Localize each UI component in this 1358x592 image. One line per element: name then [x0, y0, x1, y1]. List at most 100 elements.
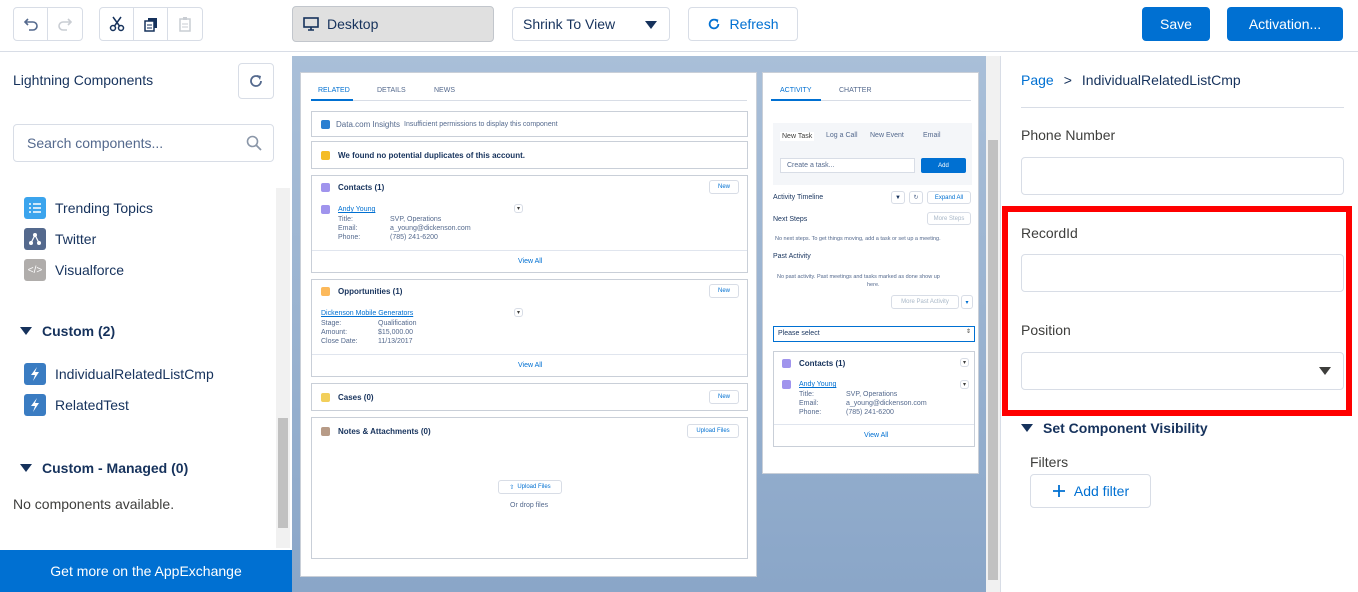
opportunities-view-all-link[interactable]: View All — [518, 362, 542, 369]
filter-icon[interactable]: ▼ — [891, 191, 905, 204]
chevron-down-icon[interactable]: ▾ — [960, 380, 969, 389]
component-item-trending-topics[interactable]: Trending Topics — [24, 197, 153, 219]
contacts-view-all-link[interactable]: View All — [864, 432, 888, 439]
refresh-components-button[interactable] — [238, 63, 274, 99]
paste-button[interactable] — [168, 8, 202, 40]
managed-section-header[interactable]: Custom - Managed (0) — [20, 460, 188, 476]
tab-divider — [311, 100, 747, 101]
chevron-down-icon[interactable]: ▾ — [961, 295, 973, 309]
contact-name-link[interactable]: Andy Young — [338, 206, 375, 213]
components-title: Lightning Components — [13, 72, 154, 88]
more-past-activity-button[interactable]: More Past Activity — [891, 295, 959, 309]
components-panel: Lightning Components Search components..… — [0, 56, 292, 592]
highlight-box — [1002, 206, 1352, 416]
create-task-placeholder: Create a task... — [787, 162, 835, 169]
search-icon — [246, 135, 262, 151]
activity-tabs-card[interactable]: ACTIVITY CHATTER New Task Log a Call New… — [762, 72, 979, 474]
contact-field-value: a_young@dickenson.com — [390, 225, 471, 232]
component-item-twitter[interactable]: Twitter — [24, 228, 96, 250]
activation-button[interactable]: Activation... — [1227, 7, 1343, 41]
filters-label: Filters — [1030, 454, 1069, 470]
related-tabs-card[interactable]: RELATED DETAILS NEWS Data.com Insights I… — [300, 72, 757, 577]
insights-message: Insufficient permissions to display this… — [404, 121, 558, 128]
more-steps-button[interactable]: More Steps — [927, 212, 971, 225]
upload-files-button[interactable]: Upload Files — [687, 424, 739, 438]
canvas-scrollbar[interactable] — [986, 56, 1000, 592]
phone-number-field[interactable] — [1021, 157, 1344, 195]
contact-field-label: Email: — [799, 400, 819, 407]
components-scrollbar[interactable] — [276, 188, 290, 548]
save-button[interactable]: Save — [1142, 7, 1210, 41]
activity-composer: New Task Log a Call New Event Email Crea… — [773, 123, 972, 185]
notes-card[interactable]: Notes & Attachments (0) Upload Files ⇧ Up… — [311, 417, 748, 559]
component-visibility-header[interactable]: Set Component Visibility — [1021, 420, 1208, 436]
tab-new-event[interactable]: New Event — [870, 132, 904, 139]
tab-related[interactable]: RELATED — [318, 87, 350, 94]
breadcrumb-page-link[interactable]: Page — [1021, 72, 1054, 88]
device-selector[interactable]: Desktop — [292, 6, 494, 42]
cases-title: Cases (0) — [338, 393, 374, 402]
cut-button[interactable] — [100, 8, 134, 40]
activity-contacts-card[interactable]: Contacts (1) ▾ Andy Young ▾ Title: SVP, … — [773, 351, 975, 447]
chevron-down-icon[interactable]: ▾ — [960, 358, 969, 367]
expand-all-button[interactable]: Expand All — [927, 191, 971, 204]
component-item-relatedtest[interactable]: RelatedTest — [24, 394, 129, 416]
tab-news[interactable]: NEWS — [434, 87, 455, 94]
component-label: Twitter — [55, 231, 97, 247]
copy-button[interactable] — [134, 8, 168, 40]
scrollbar-thumb[interactable] — [988, 140, 998, 580]
upload-files-dropzone-button[interactable]: ⇧ Upload Files — [498, 480, 562, 494]
new-case-button[interactable]: New — [709, 390, 739, 404]
new-contact-button[interactable]: New — [709, 180, 739, 194]
new-opportunity-button[interactable]: New — [709, 284, 739, 298]
view-mode-label: Shrink To View — [523, 16, 616, 32]
paste-icon — [179, 17, 191, 32]
undo-button[interactable] — [14, 8, 48, 40]
scrollbar-thumb[interactable] — [278, 418, 288, 528]
divider — [1021, 107, 1344, 108]
add-task-button[interactable]: Add — [921, 158, 966, 173]
divider — [774, 424, 974, 425]
please-select-label: Please select — [778, 330, 820, 337]
contact-name-link[interactable]: Andy Young — [799, 381, 836, 388]
contacts-title: Contacts (1) — [799, 359, 846, 368]
chevron-down-icon[interactable]: ▾ — [514, 204, 523, 213]
redo-button[interactable] — [48, 8, 82, 40]
component-visibility-label: Set Component Visibility — [1043, 420, 1208, 436]
contact-icon — [782, 380, 791, 389]
create-task-input[interactable]: Create a task... — [780, 158, 915, 173]
contact-field-value: SVP, Operations — [846, 391, 898, 398]
refresh-button[interactable]: Refresh — [688, 7, 798, 41]
contact-field-value: (785) 241-6200 — [390, 234, 438, 241]
tab-chatter[interactable]: CHATTER — [839, 87, 872, 94]
duplicates-card: We found no potential duplicates of this… — [311, 141, 748, 169]
search-components-input[interactable]: Search components... — [13, 124, 274, 162]
divider — [312, 250, 747, 251]
tab-email[interactable]: Email — [923, 132, 941, 139]
contacts-card[interactable]: Contacts (1) New Andy Young ▾ Title: SVP… — [311, 175, 748, 273]
tab-details[interactable]: DETAILS — [377, 87, 406, 94]
component-item-individualrelatedlistcmp[interactable]: IndividualRelatedListCmp — [24, 363, 214, 385]
tab-new-task[interactable]: New Task — [780, 132, 815, 141]
component-label: Visualforce — [55, 262, 125, 278]
please-select-dropdown[interactable]: Please select ⇕ — [773, 326, 975, 342]
opportunities-card[interactable]: Opportunities (1) New Dickenson Mobile G… — [311, 279, 748, 377]
tab-activity[interactable]: ACTIVITY — [780, 87, 812, 94]
chevron-down-icon[interactable]: ▾ — [514, 308, 523, 317]
component-label: IndividualRelatedListCmp — [55, 366, 214, 382]
component-label: Trending Topics — [55, 200, 154, 216]
appexchange-button[interactable]: Get more on the AppExchange — [0, 550, 292, 592]
past-activity-message-1: No past activity. Past meetings and task… — [777, 274, 940, 280]
opportunity-name-link[interactable]: Dickenson Mobile Generators — [321, 310, 413, 317]
custom-section-header[interactable]: Custom (2) — [20, 323, 115, 339]
add-filter-button[interactable]: Add filter — [1030, 474, 1151, 508]
component-item-visualforce[interactable]: </> Visualforce — [24, 259, 124, 281]
tab-log-call[interactable]: Log a Call — [826, 132, 858, 139]
cases-card[interactable]: Cases (0) New — [311, 383, 748, 411]
contact-field-label: Phone: — [338, 234, 361, 241]
add-filter-label: Add filter — [1073, 483, 1130, 499]
refresh-icon[interactable]: ↻ — [909, 191, 923, 204]
lightning-icon — [24, 394, 46, 416]
view-mode-select[interactable]: Shrink To View — [512, 7, 670, 41]
contacts-view-all-link[interactable]: View All — [518, 258, 542, 265]
